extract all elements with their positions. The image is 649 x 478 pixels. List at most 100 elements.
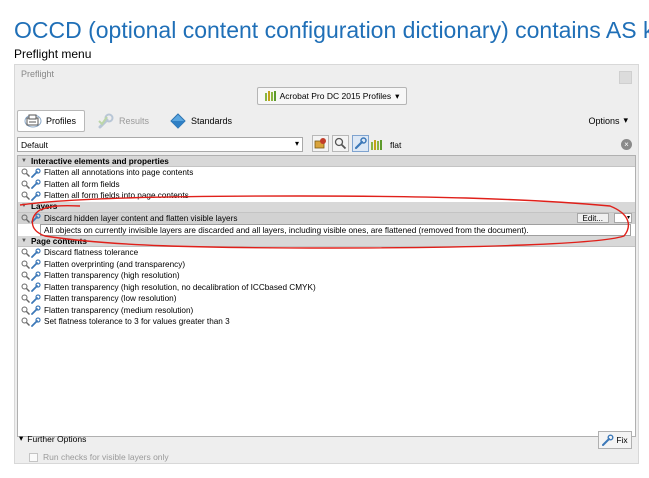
tab-standards-label: Standards [191,116,233,126]
list-item[interactable]: Set flatness tolerance to 3 for values g… [18,316,635,328]
filter-row: Default ▾ flat × [17,135,636,153]
magnifier-icon [21,248,30,258]
standards-icon [170,113,186,129]
document-heading: OCCD (optional content configuration dic… [14,17,649,43]
wrench-icon [31,294,41,304]
wrench-icon [602,434,614,446]
list-item-label: Set flatness tolerance to 3 for values g… [44,317,230,326]
tab-results[interactable]: Results [91,110,157,132]
tab-standards[interactable]: Standards [163,110,240,132]
further-options-toggle[interactable]: ▾ Further Options [19,433,86,444]
magnifier-icon [21,168,30,178]
list-item[interactable]: Flatten overprinting (and transparency) [18,259,635,271]
list-item-label: Flatten transparency (high resolution) [44,271,180,280]
preflight-window: Preflight Acrobat Pro DC 2015 Profiles ▾… [14,64,639,464]
window-title: Preflight [21,69,55,79]
search-field[interactable]: flat × [371,137,636,152]
collapse-triangle-icon: ▼ [21,203,27,209]
fixup-item-icons [21,213,41,224]
chevron-down-icon: ▾ [623,115,628,125]
search-value: flat [390,139,402,150]
wrench-icon [31,305,41,316]
magnifier-icon [21,317,30,327]
wrench-icon [31,191,41,201]
fixup-item-icons [21,305,41,316]
check-filter-button[interactable] [332,135,349,152]
group-header[interactable]: ▼ Interactive elements and properties [18,156,635,167]
fixup-item-icons [21,317,41,327]
list-item-label: Flatten transparency (high resolution, n… [44,282,316,292]
list-item-label: Flatten overprinting (and transparency) [44,259,186,269]
magnifier-icon [21,260,30,269]
edit-button[interactable]: Edit... [576,213,609,224]
library-icon [264,91,276,101]
profile-icon [314,138,326,149]
list-item[interactable]: Flatten all form fields [18,179,635,191]
results-wrench-icon [98,113,114,129]
checkbox[interactable] [29,452,38,462]
group-header[interactable]: ▼ Layers [18,201,635,213]
list-item-label: Flatten transparency (medium resolution) [44,305,194,315]
magnifier-icon [21,214,30,223]
wrench-icon [31,168,41,178]
tab-profiles[interactable]: Profiles [17,110,86,132]
magnifier-icon [334,137,347,150]
list-item-selected[interactable]: Discard hidden layer content and flatten… [18,212,635,224]
magnifier-icon [21,283,30,292]
list-item[interactable]: Flatten transparency (low resolution) [18,293,635,305]
chevron-down-icon: ▾ [294,139,299,148]
list-item[interactable]: Flatten transparency (high resolution, n… [18,282,635,294]
fixup-item-icons [21,282,41,293]
fixup-item-icons [21,168,41,178]
wrench-icon [31,271,41,281]
fixup-item-icons [21,271,41,281]
window-close-button[interactable] [619,71,632,84]
list-item[interactable]: Discard flatness tolerance [18,247,635,259]
profile-library-label: Acrobat Pro DC 2015 Profiles [279,91,392,101]
profile-library-dropdown[interactable]: Acrobat Pro DC 2015 Profiles ▾ [257,87,407,105]
collapse-triangle-icon: ▼ [21,237,27,244]
document-subheading: Preflight menu [14,47,92,61]
fixup-item-icons [21,191,41,201]
list-item[interactable]: Flatten transparency (medium resolution) [18,305,635,317]
magnifier-icon [21,191,30,201]
options-label: Options [588,115,620,126]
list-item-label: Flatten all form fields into page conten… [44,191,189,200]
tab-bar: Profiles Results Standards Options ▾ [17,109,636,133]
group-title: Interactive elements and properties [30,156,169,166]
tab-profiles-label: Profiles [46,116,77,126]
fixup-item-icons [21,179,41,190]
wrench-icon [31,213,41,224]
fixup-item-icons [21,259,41,270]
wrench-icon [31,248,41,258]
fixup-list: ▼ Interactive elements and properties Fl… [17,155,636,437]
group-title: Layers [30,202,58,211]
list-item[interactable]: Flatten all annotations into page conten… [18,167,635,179]
fixup-filter-button[interactable] [352,135,369,152]
list-item-label: Flatten all annotations into page conten… [44,168,194,177]
list-item-label: Discard hidden layer content and flatten… [44,213,238,223]
options-menu-button[interactable]: Options ▾ [588,115,628,126]
group-title: Page contents [30,236,87,246]
list-item-label: Discard flatness tolerance [44,248,139,257]
magnifier-icon [21,271,30,281]
clear-search-icon[interactable]: × [621,139,632,150]
fixup-item-icons [21,294,41,304]
list-item[interactable]: Flatten transparency (high resolution) [18,270,635,282]
profile-filter-select[interactable]: Default ▾ [17,137,303,152]
wrench-icon [31,282,41,293]
profile-filter-button[interactable] [312,135,329,152]
fix-button[interactable]: Fix [598,431,632,449]
wrench-icon [31,259,41,270]
run-checks-visible-layers[interactable]: Run checks for visible layers only [29,452,169,462]
fix-label: Fix [616,435,628,445]
run-checks-label: Run checks for visible layers only [43,452,169,462]
item-description: All objects on currently invisible layer… [40,224,631,236]
group-header[interactable]: ▼ Page contents [18,236,635,247]
collapse-triangle-icon: ▼ [21,157,27,164]
wrench-icon [31,317,41,327]
filter-icon-group [312,135,369,152]
list-item-label: Flatten transparency (low resolution) [44,294,177,303]
list-item[interactable]: Flatten all form fields into page conten… [18,190,635,202]
fix-split-button[interactable]: ▾ [614,213,632,224]
